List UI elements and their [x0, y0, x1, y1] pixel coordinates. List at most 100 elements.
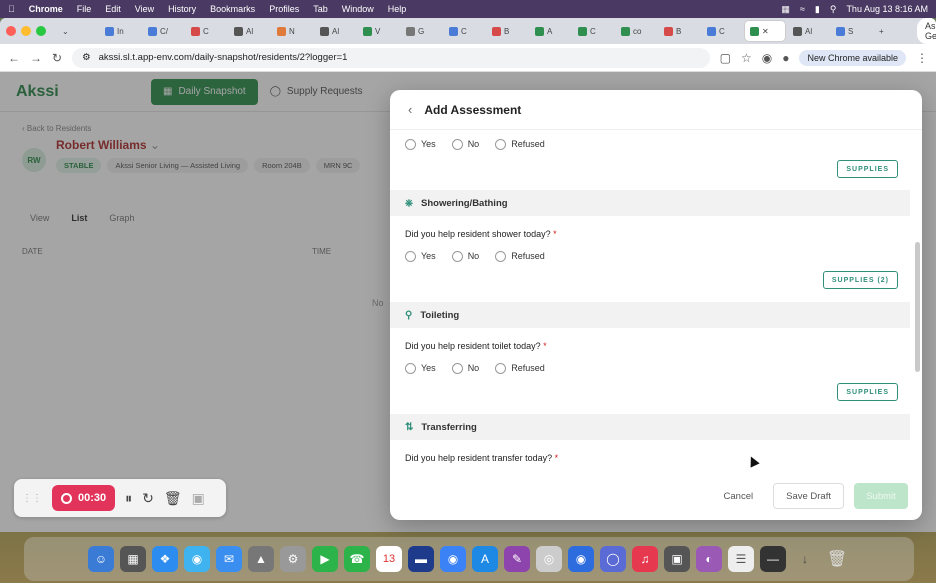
- launchpad-icon[interactable]: ▦: [120, 546, 146, 572]
- browser-tab[interactable]: In: [100, 21, 140, 41]
- url-field[interactable]: ⚙ akssi.sl.t.app-env.com/daily-snapshot/…: [72, 47, 710, 68]
- site-info-icon[interactable]: ⚙: [82, 52, 91, 63]
- camera-off-icon[interactable]: ▣: [192, 490, 205, 507]
- menu-window[interactable]: Window: [342, 4, 374, 14]
- radio-no[interactable]: No: [451, 138, 479, 150]
- radio-refused[interactable]: Refused: [495, 138, 545, 150]
- safari-icon[interactable]: ❖: [152, 546, 178, 572]
- cancel-button[interactable]: Cancel: [714, 491, 764, 502]
- app-store-icon[interactable]: A: [472, 546, 498, 572]
- tab-search-button[interactable]: ⌄: [57, 21, 97, 41]
- finder-icon[interactable]: ☺: [88, 546, 114, 572]
- chrome-menu-icon[interactable]: ⋮: [916, 51, 928, 65]
- downloads-icon[interactable]: ↓: [792, 546, 818, 572]
- save-draft-button[interactable]: Save Draft: [773, 483, 844, 509]
- menu-bookmarks[interactable]: Bookmarks: [210, 4, 255, 14]
- menu-help[interactable]: Help: [388, 4, 407, 14]
- supplies-button-shower[interactable]: SUPPLIES (2): [822, 271, 898, 289]
- zoom-app-icon[interactable]: ◉: [568, 546, 594, 572]
- music-icon[interactable]: ♫: [632, 546, 658, 572]
- browser-tab[interactable]: A: [530, 21, 570, 41]
- disk-utility-icon[interactable]: ◯: [600, 546, 626, 572]
- bookmark-star-icon[interactable]: ☆: [741, 51, 752, 65]
- browser-tab[interactable]: co: [616, 21, 656, 41]
- menubar-app-name[interactable]: Chrome: [29, 4, 63, 14]
- browser-tab[interactable]: S: [831, 21, 871, 41]
- wallet-icon[interactable]: ▬: [408, 546, 434, 572]
- mail-icon[interactable]: ✉: [216, 546, 242, 572]
- radio-yes[interactable]: Yes: [405, 250, 436, 262]
- back-arrow-icon[interactable]: ←: [8, 51, 20, 65]
- battery-icon[interactable]: ▮: [815, 4, 820, 15]
- browser-tab[interactable]: G: [401, 21, 441, 41]
- browser-tab[interactable]: C: [573, 21, 613, 41]
- photos-icon[interactable]: ▣: [664, 546, 690, 572]
- activity-icon[interactable]: ◐: [696, 546, 722, 572]
- menu-file[interactable]: File: [77, 4, 92, 14]
- supplies-button-toilet[interactable]: SUPPLIES: [837, 383, 898, 401]
- drag-handle-icon[interactable]: ⋮⋮: [22, 493, 42, 504]
- modal-scroll-body[interactable]: Yes No Refused SUPPLIES ⎈ Showering/Bath…: [390, 130, 922, 472]
- reload-icon[interactable]: ↻: [52, 51, 62, 65]
- browser-tab[interactable]: Al: [788, 21, 828, 41]
- chrome-icon[interactable]: ◉: [440, 546, 466, 572]
- maps-icon[interactable]: ▲: [248, 546, 274, 572]
- radio-refused[interactable]: Refused: [495, 250, 545, 262]
- apple-icon[interactable]: : [8, 4, 15, 14]
- browser-tab[interactable]: N: [272, 21, 312, 41]
- radio-no[interactable]: No: [451, 362, 479, 374]
- notes-icon[interactable]: ✎: [504, 546, 530, 572]
- browser-tab[interactable]: C: [444, 21, 484, 41]
- browser-tab[interactable]: C/: [143, 21, 183, 41]
- close-window-button[interactable]: [6, 26, 16, 36]
- restart-icon[interactable]: ↻: [142, 490, 154, 507]
- menu-edit[interactable]: Edit: [105, 4, 121, 14]
- modal-scrollbar[interactable]: [915, 242, 920, 372]
- browser-tab[interactable]: Al: [229, 21, 269, 41]
- radio-refused[interactable]: Refused: [495, 362, 545, 374]
- wifi-icon[interactable]: ≈: [800, 4, 805, 14]
- browser-tab[interactable]: C: [702, 21, 742, 41]
- preview-icon[interactable]: ◎: [536, 546, 562, 572]
- control-center-icon[interactable]: ▦: [781, 4, 790, 15]
- browser-tab[interactable]: C: [186, 21, 226, 41]
- browser-tab[interactable]: B: [659, 21, 699, 41]
- menu-view[interactable]: View: [135, 4, 154, 14]
- pause-icon[interactable]: ⏸: [125, 490, 132, 507]
- facetime-icon[interactable]: ▶: [312, 546, 338, 572]
- browser-tab-active[interactable]: ✕: [745, 21, 785, 41]
- radio-no[interactable]: No: [451, 250, 479, 262]
- spotlight-icon[interactable]: ⚲: [830, 4, 837, 15]
- trash-bin-icon[interactable]: 🗑: [824, 546, 850, 572]
- menu-profiles[interactable]: Profiles: [269, 4, 299, 14]
- stop-recording-button[interactable]: 00:30: [52, 485, 116, 511]
- zoom-window-button[interactable]: [36, 26, 46, 36]
- menu-tab[interactable]: Tab: [313, 4, 328, 14]
- profile-avatar-icon[interactable]: ●: [782, 51, 789, 65]
- ask-gemini-button[interactable]: Ask Gemini: [917, 18, 936, 44]
- submit-button[interactable]: Submit: [854, 483, 908, 509]
- install-icon[interactable]: ▢: [720, 51, 731, 65]
- phone-icon[interactable]: ☎: [344, 546, 370, 572]
- minimize-window-button[interactable]: [21, 26, 31, 36]
- menu-history[interactable]: History: [168, 4, 196, 14]
- menubar-clock[interactable]: Thu Aug 13 8:16 AM: [846, 4, 928, 14]
- back-chevron-icon[interactable]: ‹: [408, 102, 412, 117]
- calendar-app-icon[interactable]: 13: [376, 546, 402, 572]
- terminal-icon[interactable]: —: [760, 546, 786, 572]
- radio-yes[interactable]: Yes: [405, 362, 436, 374]
- supplies-button[interactable]: SUPPLIES: [837, 160, 898, 178]
- browser-tab[interactable]: B: [487, 21, 527, 41]
- document-icon[interactable]: ☰: [728, 546, 754, 572]
- browser-tab[interactable]: V: [358, 21, 398, 41]
- extensions-icon[interactable]: ◉: [762, 51, 772, 65]
- forward-arrow-icon[interactable]: →: [30, 51, 42, 65]
- trash-icon[interactable]: 🗑: [164, 490, 182, 507]
- settings-icon[interactable]: ⚙: [280, 546, 306, 572]
- tab-close-icon[interactable]: ✕: [762, 27, 769, 36]
- new-chrome-available-button[interactable]: New Chrome available: [799, 49, 906, 66]
- messages-icon[interactable]: ◉: [184, 546, 210, 572]
- radio-yes[interactable]: Yes: [405, 138, 436, 150]
- browser-tab[interactable]: Al: [315, 21, 355, 41]
- new-tab-button[interactable]: +: [874, 21, 914, 41]
